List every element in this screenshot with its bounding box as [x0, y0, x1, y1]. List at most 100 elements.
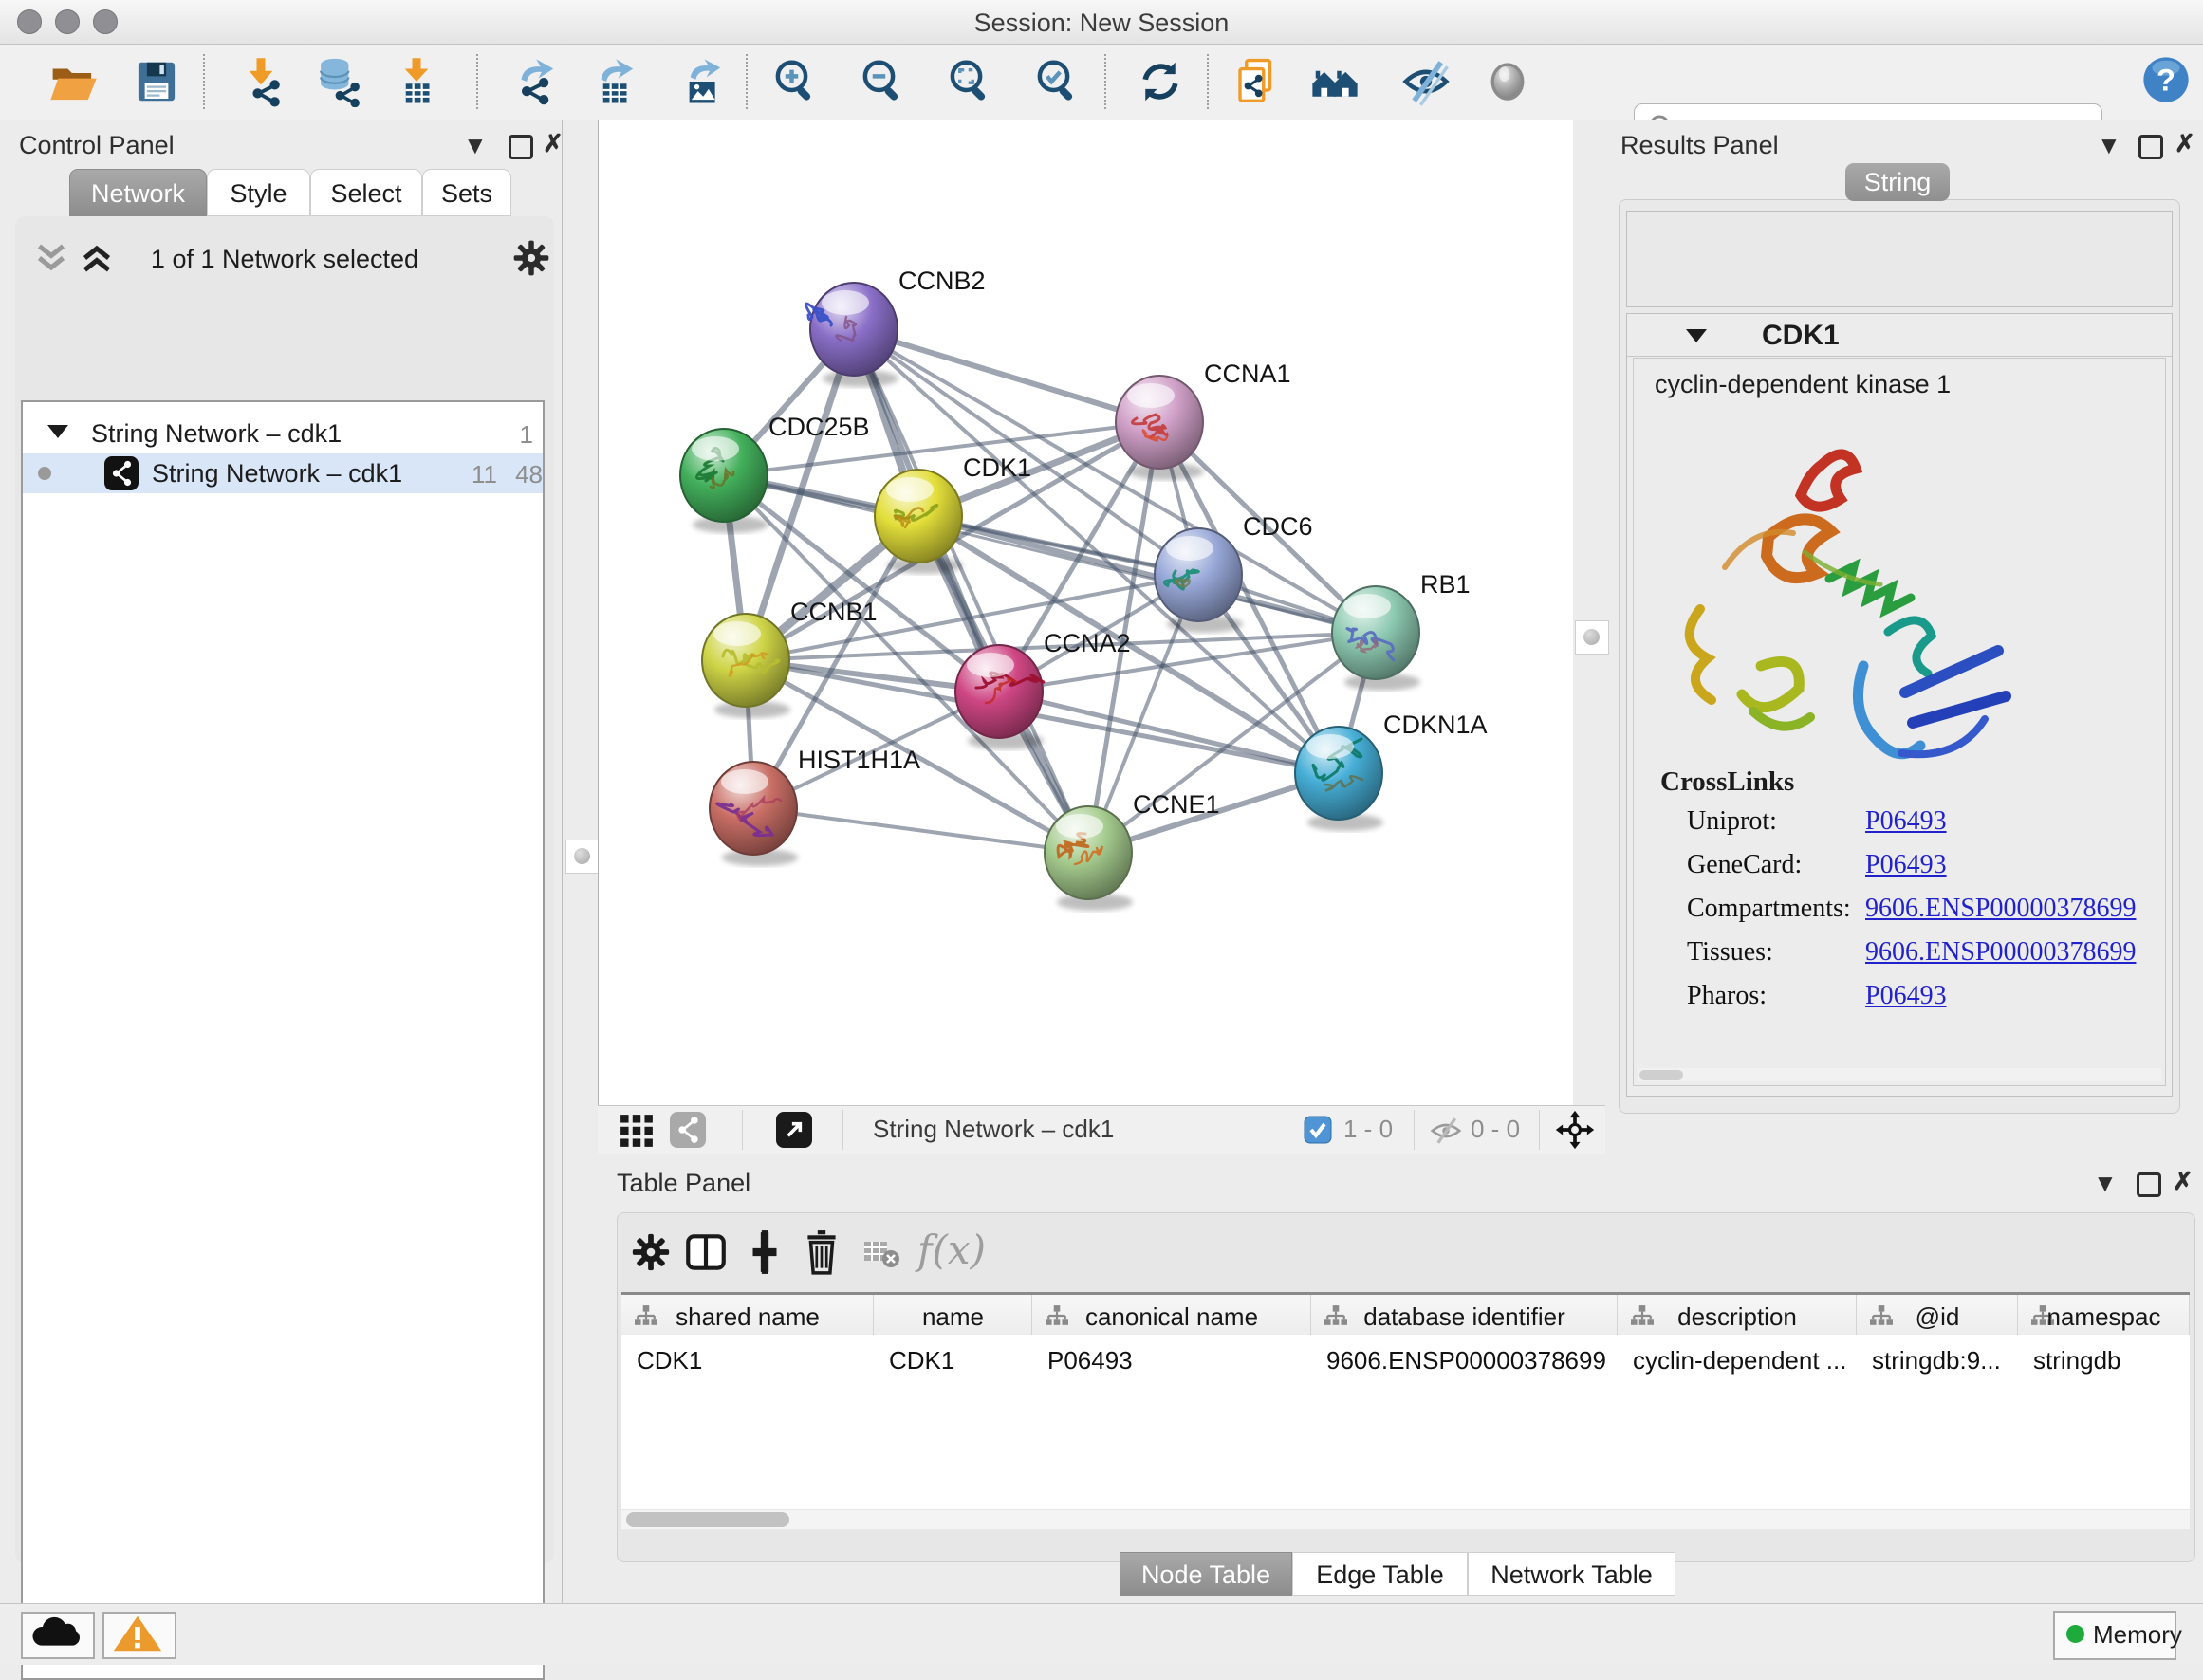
home-icon[interactable]: [1309, 56, 1361, 107]
export-network-icon[interactable]: [509, 56, 560, 107]
float-panel-icon[interactable]: [2138, 135, 2163, 159]
column-header-description[interactable]: description: [1618, 1295, 1857, 1335]
fit-selected-icon[interactable]: [1554, 1109, 1596, 1151]
edge-HIST1H1A-CCNE1[interactable]: [753, 808, 1088, 853]
table-cell[interactable]: P06493: [1047, 1346, 1133, 1375]
panel-menu-icon[interactable]: ▼: [463, 131, 488, 160]
crosslink-link[interactable]: P06493: [1865, 850, 1947, 880]
node-CDC6[interactable]: [1155, 528, 1242, 621]
cdk1-section-header[interactable]: CDK1: [1627, 314, 2172, 357]
tab-network[interactable]: Network: [69, 169, 207, 216]
network-row-selected[interactable]: String Network – cdk1 11 48: [23, 453, 543, 493]
birds-eye-icon[interactable]: [670, 1112, 706, 1148]
clone-network-icon[interactable]: [1231, 56, 1283, 107]
column-header-canonical-name[interactable]: canonical name: [1032, 1295, 1311, 1335]
node-table[interactable]: shared namenamecanonical namedatabase id…: [621, 1292, 2190, 1509]
column-header--id[interactable]: @id: [1857, 1295, 2018, 1335]
tab-node-table[interactable]: Node Table: [1120, 1552, 1292, 1596]
help-icon[interactable]: ?: [2140, 54, 2192, 105]
node-CCNB1[interactable]: [702, 614, 789, 707]
import-network-database-icon[interactable]: [311, 56, 362, 107]
node-CCNB2[interactable]: [805, 283, 898, 376]
highlight-icon[interactable]: [1482, 56, 1533, 107]
node-CCNA2[interactable]: [955, 645, 1044, 738]
zoom-out-icon[interactable]: [858, 56, 909, 107]
column-header-shared-name[interactable]: shared name: [621, 1295, 874, 1335]
refresh-icon[interactable]: [1135, 56, 1186, 107]
right-splitter[interactable]: [1573, 120, 1614, 1105]
zoom-fit-icon[interactable]: [945, 56, 996, 107]
open-in-window-icon[interactable]: [776, 1112, 812, 1148]
table-cell[interactable]: stringdb:9...: [1872, 1346, 2001, 1375]
open-session-icon[interactable]: [47, 56, 99, 107]
column-header-database-identifier[interactable]: database identifier: [1311, 1295, 1618, 1335]
network-node-count: 11: [459, 460, 497, 489]
table-gear-icon[interactable]: [629, 1230, 673, 1274]
float-panel-icon[interactable]: [509, 135, 533, 159]
import-network-icon[interactable]: [235, 56, 287, 107]
delete-table-icon[interactable]: [862, 1238, 900, 1270]
node-CDC25B[interactable]: [680, 429, 768, 522]
close-panel-icon[interactable]: ✗: [2173, 1167, 2194, 1196]
grid-view-icon[interactable]: [619, 1113, 655, 1149]
left-splitter-grip[interactable]: [565, 840, 600, 874]
function-builder-icon[interactable]: f(x): [917, 1227, 986, 1273]
network-graph[interactable]: CCNB2CCNA1CDC25BCDK1CDC6RB1CCNB1CCNA2CDK…: [599, 120, 1574, 1105]
table-hscrollbar-thumb[interactable]: [626, 1512, 789, 1527]
table-hscrollbar[interactable]: [621, 1510, 2190, 1529]
right-splitter-grip[interactable]: [1575, 620, 1609, 655]
crosslink-link[interactable]: 9606.ENSP00000378699: [1865, 937, 2136, 968]
tab-sets[interactable]: Sets: [422, 169, 511, 216]
close-panel-icon[interactable]: ✗: [543, 129, 564, 158]
network-collection-row[interactable]: String Network – cdk1 1: [23, 414, 543, 453]
show-hide-icon[interactable]: [1400, 56, 1452, 107]
table-cell[interactable]: 9606.ENSP00000378699: [1326, 1346, 1606, 1375]
gear-icon[interactable]: [510, 237, 552, 279]
node-label-RB1: RB1: [1420, 570, 1471, 599]
column-header-name[interactable]: name: [874, 1295, 1032, 1335]
import-table-icon[interactable]: [391, 56, 442, 107]
tab-network-table[interactable]: Network Table: [1468, 1552, 1675, 1596]
table-cell[interactable]: cyclin-dependent ...: [1633, 1346, 1846, 1375]
node-CCNE1[interactable]: [1045, 806, 1132, 899]
crosslink-link[interactable]: P06493: [1865, 806, 1947, 837]
node-CDK1[interactable]: [875, 470, 962, 563]
edge-CCNB2-CCNE1[interactable]: [854, 329, 1088, 853]
section-collapse-icon[interactable]: [1686, 329, 1707, 342]
edge-CCNB2-CCNA1[interactable]: [854, 329, 1159, 422]
cloud-button[interactable]: [21, 1612, 95, 1659]
expand-collection-icon[interactable]: [47, 425, 68, 438]
tab-string[interactable]: String: [1845, 163, 1950, 201]
panel-menu-icon[interactable]: ▼: [2093, 1169, 2118, 1198]
node-HIST1H1A[interactable]: [710, 762, 797, 855]
memory-button[interactable]: Memory: [2053, 1611, 2176, 1660]
delete-column-icon[interactable]: [800, 1228, 843, 1276]
float-panel-icon[interactable]: [2137, 1172, 2161, 1197]
node-CCNA1[interactable]: [1116, 376, 1203, 469]
create-column-icon[interactable]: [741, 1228, 788, 1276]
node-RB1[interactable]: [1332, 586, 1419, 679]
zoom-in-icon[interactable]: [770, 56, 822, 107]
crosslink-link[interactable]: P06493: [1865, 981, 1947, 1011]
panel-menu-icon[interactable]: ▼: [2097, 131, 2121, 160]
tab-style[interactable]: Style: [207, 169, 310, 216]
export-image-icon[interactable]: [676, 56, 727, 107]
warning-button[interactable]: [102, 1612, 176, 1659]
tab-edge-table[interactable]: Edge Table: [1292, 1552, 1468, 1596]
close-panel-icon[interactable]: ✗: [2175, 129, 2195, 158]
tab-select[interactable]: Select: [310, 169, 422, 216]
save-session-icon[interactable]: [131, 56, 182, 107]
crosslink-link[interactable]: 9606.ENSP00000378699: [1865, 894, 2136, 924]
export-table-icon[interactable]: [588, 56, 639, 107]
node-CDKN1A[interactable]: [1295, 727, 1382, 820]
network-canvas[interactable]: CCNB2CCNA1CDC25BCDK1CDC6RB1CCNB1CCNA2CDK…: [598, 120, 1575, 1105]
table-cell[interactable]: CDK1: [889, 1346, 954, 1375]
selected-checkbox-icon[interactable]: [1304, 1116, 1332, 1144]
table-cell[interactable]: stringdb: [2033, 1346, 2121, 1375]
table-cell[interactable]: CDK1: [637, 1346, 702, 1375]
network-status-dot-icon: [38, 467, 51, 480]
show-columns-icon[interactable]: [682, 1228, 730, 1276]
column-header-namespac[interactable]: namespac: [2018, 1295, 2190, 1335]
zoom-selected-icon[interactable]: [1032, 56, 1083, 107]
results-hscrollbar[interactable]: [1638, 1068, 2161, 1081]
